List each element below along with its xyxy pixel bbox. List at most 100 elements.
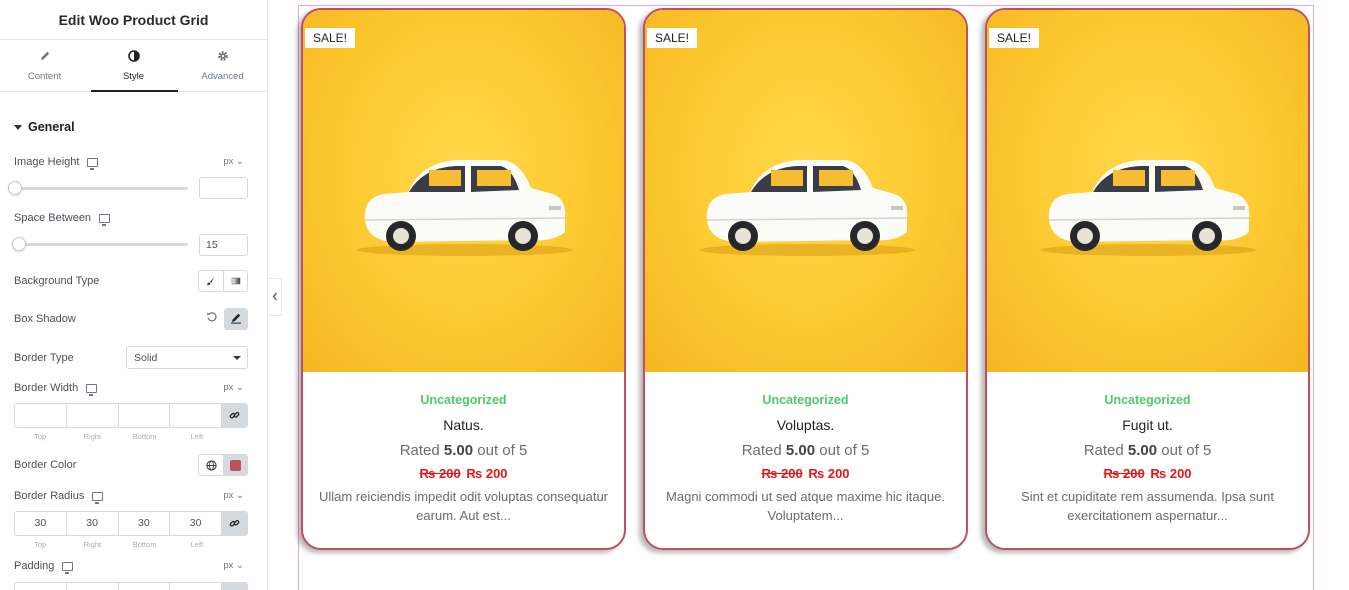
dim-label-left: Left bbox=[190, 432, 204, 441]
old-price: ₨ 200 bbox=[1103, 466, 1145, 481]
product-rating: Rated 5.00 out of 5 bbox=[987, 442, 1308, 459]
space-between-slider-handle[interactable] bbox=[12, 237, 26, 251]
panel-title: Edit Woo Product Grid bbox=[58, 11, 209, 28]
space-between-control: Space Between 15 bbox=[12, 212, 248, 256]
section-title: General bbox=[28, 120, 75, 134]
car-illustration bbox=[1041, 160, 1257, 256]
image-height-input[interactable] bbox=[199, 177, 248, 199]
product-image[interactable]: SALE! bbox=[303, 10, 624, 372]
product-price: ₨ 200 ₨ 200 bbox=[303, 466, 624, 481]
border-radius-label: Border Radius bbox=[14, 490, 85, 502]
dimension-labels: Top Right Bottom Left bbox=[14, 432, 223, 441]
desktop-icon bbox=[86, 383, 98, 396]
globe-icon[interactable] bbox=[199, 455, 223, 475]
sale-badge: SALE! bbox=[305, 28, 356, 48]
dim-label-bottom: Bottom bbox=[132, 540, 157, 549]
gear-icon bbox=[217, 50, 229, 65]
tab-style[interactable]: Style bbox=[89, 40, 178, 92]
padding-bottom[interactable] bbox=[119, 583, 171, 590]
unit-selector[interactable]: px ⌄ bbox=[223, 382, 244, 393]
rating-prefix: Rated bbox=[741, 442, 782, 459]
rating-value: 5.00 bbox=[1127, 442, 1158, 459]
padding-top[interactable] bbox=[15, 583, 67, 590]
rating-suffix: out of 5 bbox=[477, 442, 528, 459]
sale-price: ₨ 200 bbox=[808, 466, 850, 481]
unit-selector[interactable]: px ⌄ bbox=[223, 490, 244, 501]
space-between-slider[interactable] bbox=[14, 243, 188, 246]
border-radius-right[interactable]: 30 bbox=[67, 512, 119, 535]
tab-advanced[interactable]: Advanced bbox=[178, 40, 267, 91]
contrast-icon bbox=[127, 49, 140, 65]
pencil-icon bbox=[230, 312, 242, 327]
padding-control: Padding px ⌄ bbox=[14, 560, 248, 590]
product-title[interactable]: Natus. bbox=[303, 417, 624, 433]
product-category[interactable]: Uncategorized bbox=[303, 393, 624, 407]
color-swatch[interactable] bbox=[223, 455, 247, 475]
border-width-top[interactable] bbox=[15, 404, 67, 427]
rating-value: 5.00 bbox=[443, 442, 474, 459]
sale-badge: SALE! bbox=[647, 28, 698, 48]
old-price: ₨ 200 bbox=[761, 466, 803, 481]
product-card[interactable]: SALE! Uncategorized Fugit ut. Rated 5.00… bbox=[985, 8, 1310, 550]
desktop-icon bbox=[62, 561, 74, 574]
border-radius-bottom[interactable]: 30 bbox=[119, 512, 171, 535]
padding-left[interactable] bbox=[170, 583, 222, 590]
image-height-slider[interactable] bbox=[14, 187, 188, 190]
dropdown-caret-icon bbox=[233, 356, 241, 360]
border-width-label: Border Width bbox=[14, 382, 79, 394]
product-image[interactable]: SALE! bbox=[645, 10, 966, 372]
dim-label-top: Top bbox=[34, 432, 47, 441]
product-rating: Rated 5.00 out of 5 bbox=[303, 442, 624, 459]
desktop-icon bbox=[92, 491, 104, 504]
border-type-select[interactable]: Solid bbox=[126, 346, 248, 369]
product-card[interactable]: SALE! Uncategorized Natus. Rated 5.00 ou… bbox=[301, 8, 626, 550]
chevron-left-icon bbox=[272, 288, 278, 306]
section-general-toggle[interactable]: General bbox=[0, 104, 267, 150]
border-type-value: Solid bbox=[134, 352, 158, 364]
gradient-icon[interactable] bbox=[223, 271, 247, 291]
product-card[interactable]: SALE! Uncategorized Voluptas. Rated 5.00… bbox=[643, 8, 968, 550]
brush-icon[interactable] bbox=[199, 271, 223, 291]
link-icon[interactable] bbox=[222, 512, 247, 535]
car-illustration bbox=[699, 160, 915, 256]
space-between-input[interactable]: 15 bbox=[199, 234, 248, 256]
tab-content[interactable]: Content bbox=[0, 40, 89, 91]
sale-price: ₨ 200 bbox=[1150, 466, 1192, 481]
padding-right[interactable] bbox=[67, 583, 119, 590]
car-illustration bbox=[357, 160, 573, 256]
product-title[interactable]: Fugit ut. bbox=[987, 417, 1308, 433]
sale-badge: SALE! bbox=[989, 28, 1040, 48]
dimension-labels: Top Right Bottom Left bbox=[14, 540, 223, 549]
box-shadow-edit-button[interactable] bbox=[224, 308, 248, 330]
unit-selector[interactable]: px ⌄ bbox=[223, 560, 244, 571]
link-icon[interactable] bbox=[222, 583, 247, 590]
collapse-panel-button[interactable] bbox=[268, 278, 282, 316]
rating-prefix: Rated bbox=[399, 442, 440, 459]
box-shadow-control: Box Shadow bbox=[14, 307, 248, 331]
product-category[interactable]: Uncategorized bbox=[645, 393, 966, 407]
image-height-slider-handle[interactable] bbox=[8, 181, 22, 195]
reset-icon[interactable] bbox=[206, 311, 218, 326]
background-type-control: Background Type bbox=[14, 270, 248, 294]
link-icon[interactable] bbox=[222, 404, 247, 427]
background-type-label: Background Type bbox=[14, 275, 100, 287]
pencil-icon bbox=[39, 50, 51, 65]
border-type-label: Border Type bbox=[14, 352, 74, 364]
border-width-right[interactable] bbox=[67, 404, 119, 427]
tab-content-label: Content bbox=[27, 70, 62, 82]
product-description: Magni commodi ut sed atque maxime hic it… bbox=[666, 489, 945, 523]
product-title[interactable]: Voluptas. bbox=[645, 417, 966, 433]
product-category[interactable]: Uncategorized bbox=[987, 393, 1308, 407]
border-radius-top[interactable]: 30 bbox=[15, 512, 67, 535]
border-width-left[interactable] bbox=[170, 404, 222, 427]
padding-dimensions bbox=[14, 582, 248, 590]
unit-selector[interactable]: px ⌄ bbox=[223, 156, 244, 167]
dim-label-left: Left bbox=[190, 540, 204, 549]
border-width-bottom[interactable] bbox=[119, 404, 171, 427]
padding-label-row: Padding bbox=[14, 560, 248, 574]
product-image[interactable]: SALE! bbox=[987, 10, 1308, 372]
box-shadow-label: Box Shadow bbox=[14, 313, 76, 325]
border-radius-left[interactable]: 30 bbox=[170, 512, 222, 535]
space-between-label: Space Between bbox=[14, 212, 92, 224]
tab-advanced-label: Advanced bbox=[201, 70, 244, 82]
